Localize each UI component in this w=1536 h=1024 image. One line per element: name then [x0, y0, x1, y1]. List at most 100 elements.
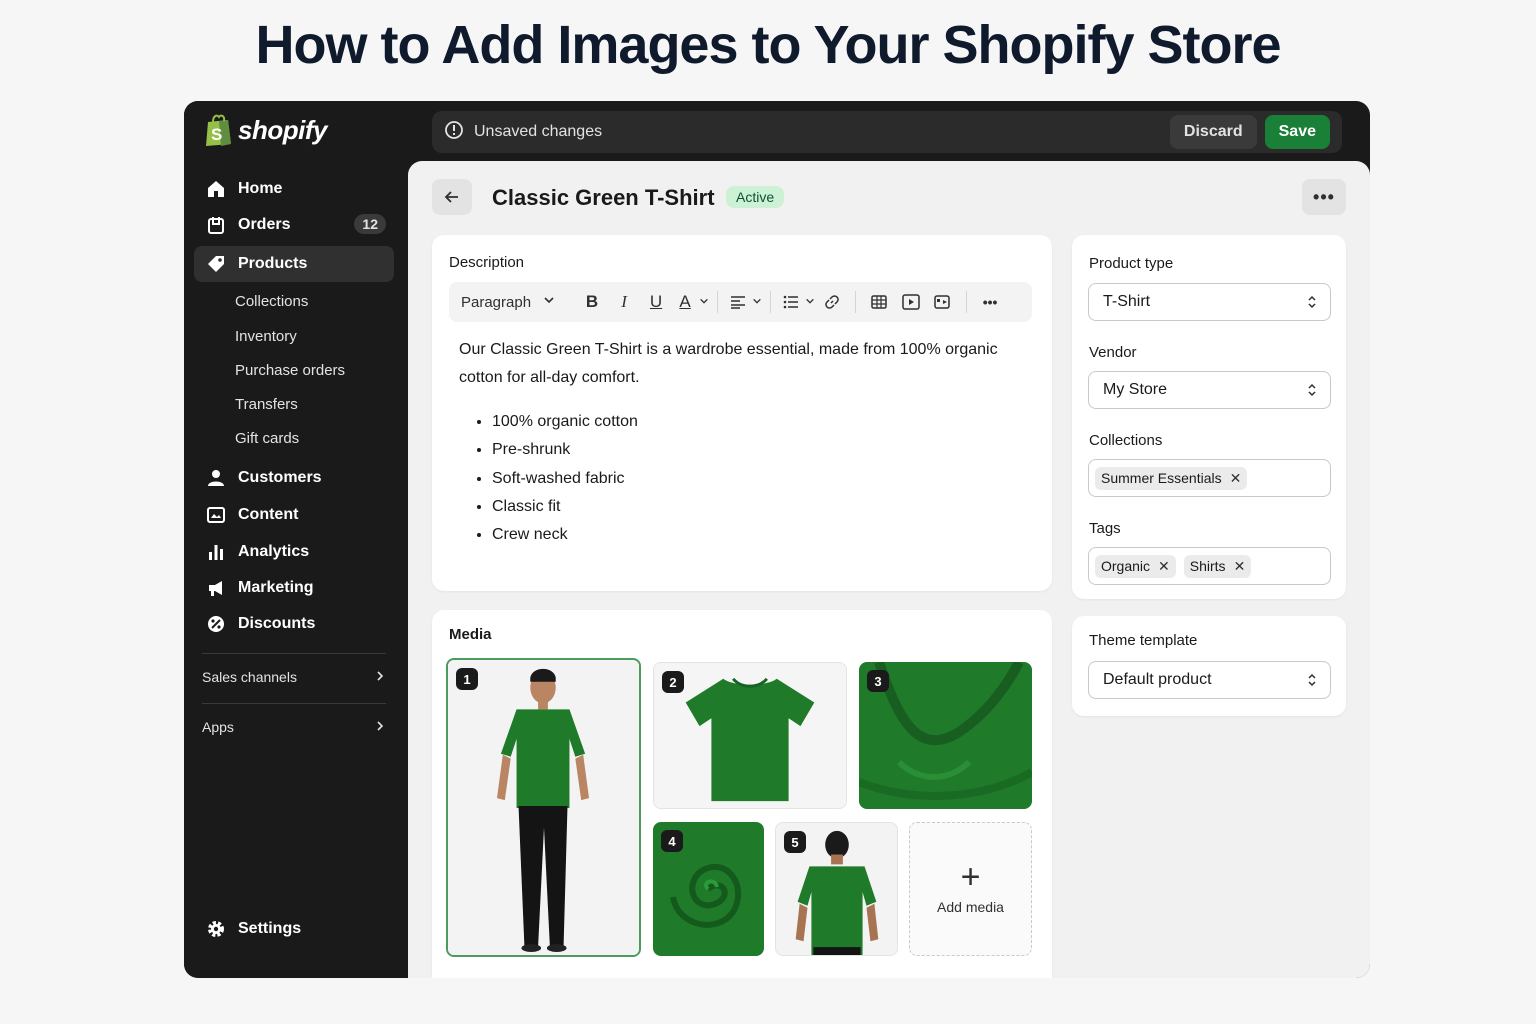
- brand-name: shopify: [238, 114, 327, 145]
- sidebar-item-label: Orders: [238, 216, 291, 233]
- sidebar-item-label: Settings: [238, 920, 302, 937]
- svg-text:S: S: [211, 125, 222, 144]
- unsaved-changes-label: Unsaved changes: [474, 123, 603, 140]
- more-formatting-icon[interactable]: •••: [975, 287, 1005, 317]
- media-tile-fabric-swirl[interactable]: 4: [653, 822, 764, 956]
- media-tile-model-front[interactable]: 1: [446, 658, 641, 957]
- sidebar-item-settings[interactable]: Settings: [194, 911, 394, 947]
- sidebar-item-label: Home: [238, 180, 283, 197]
- sidebar-item-analytics[interactable]: Analytics: [194, 534, 394, 570]
- sidebar-item-discounts[interactable]: Discounts: [194, 606, 394, 642]
- description-card: Description Paragraph B I U A ••• Our Cl…: [432, 235, 1052, 591]
- chip-label: Organic: [1101, 558, 1151, 574]
- chevron-right-icon: [374, 669, 386, 685]
- select-arrows-icon: [1308, 383, 1316, 397]
- sidebar-divider: [202, 653, 386, 654]
- theme-template-value: Default product: [1103, 671, 1212, 688]
- text-color-icon[interactable]: A: [673, 287, 697, 317]
- bold-icon[interactable]: B: [577, 287, 607, 317]
- collections-label: Collections: [1089, 432, 1163, 449]
- shopify-bag-icon: S: [206, 114, 231, 146]
- vendor-select[interactable]: My Store: [1088, 371, 1331, 409]
- list-item: Soft-washed fabric: [492, 465, 638, 493]
- close-icon[interactable]: ✕: [1158, 558, 1170, 575]
- description-body[interactable]: Our Classic Green T-Shirt is a wardrobe …: [459, 336, 1029, 392]
- chevron-down-icon[interactable]: [699, 293, 709, 311]
- video-icon[interactable]: [896, 287, 926, 317]
- tag-chip: Shirts ✕: [1183, 554, 1252, 578]
- italic-icon[interactable]: I: [609, 287, 639, 317]
- chip-label: Shirts: [1189, 558, 1226, 574]
- product-title: Classic Green T-Shirt: [492, 185, 715, 210]
- sidebar-item-marketing[interactable]: Marketing: [194, 570, 394, 606]
- home-icon: [206, 179, 226, 199]
- sidebar-apps[interactable]: Apps: [202, 719, 386, 735]
- alert-circle-icon: [444, 120, 464, 145]
- media-tile-shirt-flat[interactable]: 2: [653, 662, 847, 809]
- description-label: Description: [449, 254, 525, 271]
- close-icon[interactable]: ✕: [1234, 558, 1246, 575]
- rich-text-toolbar: Paragraph B I U A •••: [449, 282, 1032, 322]
- sidebar-item-products[interactable]: Products: [194, 246, 394, 282]
- link-icon[interactable]: [817, 287, 847, 317]
- sidebar-item-home[interactable]: Home: [194, 171, 394, 207]
- align-left-icon[interactable]: [726, 287, 750, 317]
- toolbar-divider: [966, 291, 968, 313]
- chevron-down-icon[interactable]: [752, 293, 762, 311]
- add-media-label: Add media: [937, 899, 1004, 915]
- plus-icon: +: [960, 858, 981, 896]
- arrow-left-icon: [444, 191, 458, 203]
- sidebar-subitem-purchase-orders[interactable]: Purchase orders: [235, 362, 345, 379]
- product-type-select[interactable]: T-Shirt: [1088, 283, 1331, 321]
- add-media-button[interactable]: + Add media: [909, 822, 1032, 956]
- tag-icon: [206, 254, 226, 274]
- media-tile-collar-closeup[interactable]: 3: [859, 662, 1032, 809]
- sidebar-item-orders[interactable]: Orders 12: [194, 207, 394, 243]
- chevron-right-icon: [374, 719, 386, 735]
- ellipsis-icon: •••: [1313, 186, 1335, 207]
- model-front-image: [448, 660, 639, 955]
- theme-template-label: Theme template: [1089, 632, 1198, 649]
- list-item: Pre-shrunk: [492, 436, 638, 464]
- sidebar-item-label: Customers: [238, 469, 322, 486]
- underline-icon[interactable]: U: [641, 287, 671, 317]
- back-button[interactable]: [432, 179, 472, 215]
- media-tile-model-back[interactable]: 5: [775, 822, 898, 956]
- theme-template-select[interactable]: Default product: [1088, 661, 1331, 699]
- tags-input[interactable]: Organic ✕ Shirts ✕: [1088, 547, 1331, 585]
- vendor-label: Vendor: [1089, 344, 1137, 361]
- media-number: 3: [867, 670, 889, 692]
- select-arrows-icon: [1308, 673, 1316, 687]
- list-item: Crew neck: [492, 521, 638, 549]
- sidebar-item-customers[interactable]: Customers: [194, 460, 394, 496]
- discard-button[interactable]: Discard: [1169, 115, 1257, 149]
- sidebar-subitem-transfers[interactable]: Transfers: [235, 396, 298, 413]
- close-icon[interactable]: ✕: [1230, 470, 1242, 487]
- more-actions-button[interactable]: •••: [1302, 179, 1346, 215]
- gear-icon: [206, 919, 226, 939]
- chevron-down-icon[interactable]: [543, 293, 555, 311]
- content-icon: [206, 505, 226, 525]
- sidebar-subitem-gift-cards[interactable]: Gift cards: [235, 430, 299, 447]
- embed-media-icon[interactable]: [928, 287, 958, 317]
- save-button[interactable]: Save: [1264, 115, 1330, 149]
- chevron-down-icon[interactable]: [805, 293, 815, 311]
- shopify-logo[interactable]: S shopify: [204, 113, 327, 147]
- media-number: 1: [456, 668, 478, 690]
- collections-input[interactable]: Summer Essentials ✕: [1088, 459, 1331, 497]
- table-icon[interactable]: [864, 287, 894, 317]
- person-icon: [206, 468, 226, 488]
- sidebar-subitem-inventory[interactable]: Inventory: [235, 328, 297, 345]
- list-item: Classic fit: [492, 493, 638, 521]
- sidebar-sales-channels[interactable]: Sales channels: [202, 669, 386, 685]
- bullet-list-icon[interactable]: [779, 287, 803, 317]
- contextual-save-bar: Unsaved changes Discard Save: [432, 111, 1342, 153]
- analytics-icon: [206, 542, 226, 562]
- select-arrows-icon: [1308, 295, 1316, 309]
- list-item: 100% organic cotton: [492, 408, 638, 436]
- paragraph-style-select[interactable]: Paragraph: [461, 294, 531, 311]
- sidebar-subitem-collections[interactable]: Collections: [235, 293, 308, 310]
- sidebar-item-content[interactable]: Content: [194, 497, 394, 533]
- megaphone-icon: [206, 578, 226, 598]
- chip-label: Summer Essentials: [1101, 470, 1222, 486]
